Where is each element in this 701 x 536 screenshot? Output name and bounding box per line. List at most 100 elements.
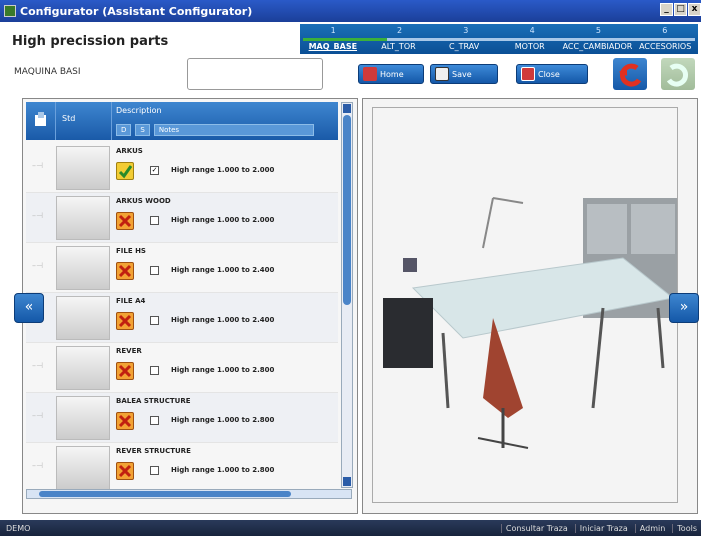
close-window-button[interactable]: x [688, 3, 701, 16]
unavailable-x-icon [116, 412, 134, 430]
available-check-icon [116, 162, 134, 180]
step-tab-accesorios[interactable]: ACCESORIOS [632, 41, 698, 53]
step-number-3: 3 [463, 26, 469, 35]
undo-button[interactable] [613, 58, 647, 90]
row-selector[interactable]: –⊣ [32, 261, 50, 271]
option-checkbox[interactable] [150, 416, 159, 425]
subheader-notes[interactable]: Notes [153, 124, 314, 136]
option-name: REVER [116, 347, 142, 355]
option-name: FILE A4 [116, 297, 146, 305]
option-note: High range 1.000 to 2.000 [171, 166, 275, 174]
grid-std-column[interactable]: Std [56, 102, 112, 140]
hscroll-thumb[interactable] [39, 491, 291, 497]
minimize-button[interactable]: _ [660, 3, 673, 16]
table-row[interactable]: –⊣FILE A4High range 1.000 to 2.400 [26, 293, 338, 343]
row-selector[interactable]: –⊣ [32, 161, 50, 171]
unavailable-x-icon [116, 312, 134, 330]
home-button[interactable]: Home [358, 64, 424, 84]
iniciar-traza-button[interactable]: Iniciar Traza [574, 523, 632, 533]
wizard-steps: 1 2 3 4 5 6 MAQ_BASE ALT_TOR C_TRAV MOTOR ACC_CAM… [300, 24, 698, 54]
step-tab-motor[interactable]: MOTOR [497, 41, 563, 53]
table-row[interactable]: –⊣ REVER High range 1.000 to 2.800 [26, 343, 338, 393]
close-icon [521, 67, 535, 81]
step-number-4: 4 [529, 26, 535, 35]
option-note: High range 1.000 to 2.000 [171, 216, 275, 224]
preview-panel [362, 98, 698, 514]
app-icon [4, 5, 16, 17]
home-label: Home [380, 69, 404, 79]
save-button[interactable]: Save [430, 64, 498, 84]
option-checkbox[interactable] [150, 366, 159, 375]
window-title: Configurator (Assistant Configurator) [20, 4, 253, 18]
window-controls: _ □ x [660, 3, 701, 16]
option-checkbox[interactable] [150, 466, 159, 475]
step-tab-c-trav[interactable]: C_TRAV [431, 41, 497, 53]
unavailable-x-icon [116, 262, 134, 280]
step-tab-maq-base[interactable]: MAQ_BASE [300, 41, 366, 53]
machine-base-field[interactable] [187, 58, 323, 90]
machine-base-label: MAQUINA BASI [14, 67, 81, 77]
table-row[interactable]: –⊣ BALEA STRUCTURE High range 1.000 to 2.8… [26, 393, 338, 443]
product-preview-image [372, 107, 678, 503]
previous-step-button[interactable]: « [14, 293, 44, 323]
step-tab-acc-cambiador[interactable]: ACC_CAMBIADOR [563, 41, 633, 53]
maximize-button[interactable]: □ [674, 3, 687, 16]
option-note: High range 1.000 to 2.800 [171, 366, 275, 374]
product-thumbnail [56, 196, 110, 240]
description-header[interactable]: Description [116, 106, 162, 115]
option-name: BALEA STRUCTURE [116, 397, 191, 405]
step-number-5: 5 [595, 26, 602, 35]
grid-vertical-scrollbar[interactable] [341, 102, 353, 488]
step-tab-alt-tor[interactable]: ALT_TOR [366, 41, 432, 53]
option-note: High range 1.000 to 2.800 [171, 416, 275, 424]
option-checkbox[interactable]: ✓ [150, 166, 159, 175]
save-label: Save [452, 69, 472, 79]
scroll-up-arrow[interactable] [343, 104, 351, 113]
save-icon [435, 67, 449, 81]
grid-select-column[interactable] [26, 102, 56, 140]
row-selector[interactable]: –⊣ [32, 461, 50, 471]
row-selector[interactable]: –⊣ [32, 211, 50, 221]
options-grid-panel: Std Description D S Notes –⊣ ARKUS ✓ High r… [22, 98, 358, 514]
office-desk-illustration [373, 108, 677, 502]
window-titlebar: Configurator (Assistant Configurator) _ … [0, 0, 701, 22]
option-name: REVER STRUCTURE [116, 447, 191, 455]
scroll-down-arrow[interactable] [343, 477, 351, 486]
product-thumbnail [56, 346, 110, 390]
product-thumbnail [56, 146, 110, 190]
next-step-button[interactable]: » [669, 293, 699, 323]
step-number-1: 1 [330, 26, 336, 35]
product-thumbnail [56, 296, 110, 340]
step-numbers: 1 2 3 4 5 6 [300, 24, 698, 38]
option-note: High range 1.000 to 2.400 [171, 266, 275, 274]
option-checkbox[interactable] [150, 316, 159, 325]
undo-icon [619, 63, 642, 87]
subheader-d[interactable]: D [116, 124, 132, 136]
step-names: MAQ_BASE ALT_TOR C_TRAV MOTOR ACC_CAMBIADOR A… [300, 41, 698, 53]
taskbar: DEMO Consultar Traza Iniciar Traza Admin… [0, 520, 701, 536]
grid-horizontal-scrollbar[interactable] [26, 489, 352, 499]
table-row[interactable]: –⊣ REVER STRUCTURE High range 1.000 to 2.8… [26, 443, 338, 493]
scroll-thumb[interactable] [343, 115, 351, 305]
close-button[interactable]: Close [516, 64, 588, 84]
unavailable-x-icon [116, 212, 134, 230]
option-checkbox[interactable] [150, 266, 159, 275]
table-row[interactable]: –⊣ ARKUS WOOD High range 1.000 to 2.000 [26, 193, 338, 243]
consultar-traza-button[interactable]: Consultar Traza [500, 523, 572, 533]
tools-button[interactable]: Tools [672, 523, 701, 533]
taskbar-demo-label: DEMO [6, 523, 31, 533]
grid-subheaders: D S Notes [116, 124, 314, 136]
admin-button[interactable]: Admin [634, 523, 670, 533]
table-row[interactable]: –⊣ ARKUS ✓ High range 1.000 to 2.000 [26, 143, 338, 193]
row-selector[interactable]: –⊣ [32, 361, 50, 371]
configurator-window: Configurator (Assistant Configurator) _ … [0, 0, 701, 536]
page-title: High precission parts [12, 34, 169, 49]
taskbar-right: Consultar Traza Iniciar Traza Admin Tool… [500, 523, 701, 533]
table-row[interactable]: –⊣ FILE HS High range 1.000 to 2.400 [26, 243, 338, 293]
grid-header: Std Description D S Notes [26, 102, 338, 140]
option-checkbox[interactable] [150, 216, 159, 225]
row-selector[interactable]: –⊣ [32, 411, 50, 421]
redo-button[interactable] [661, 58, 695, 90]
subheader-s[interactable]: S [135, 124, 150, 136]
unavailable-x-icon [116, 362, 134, 380]
